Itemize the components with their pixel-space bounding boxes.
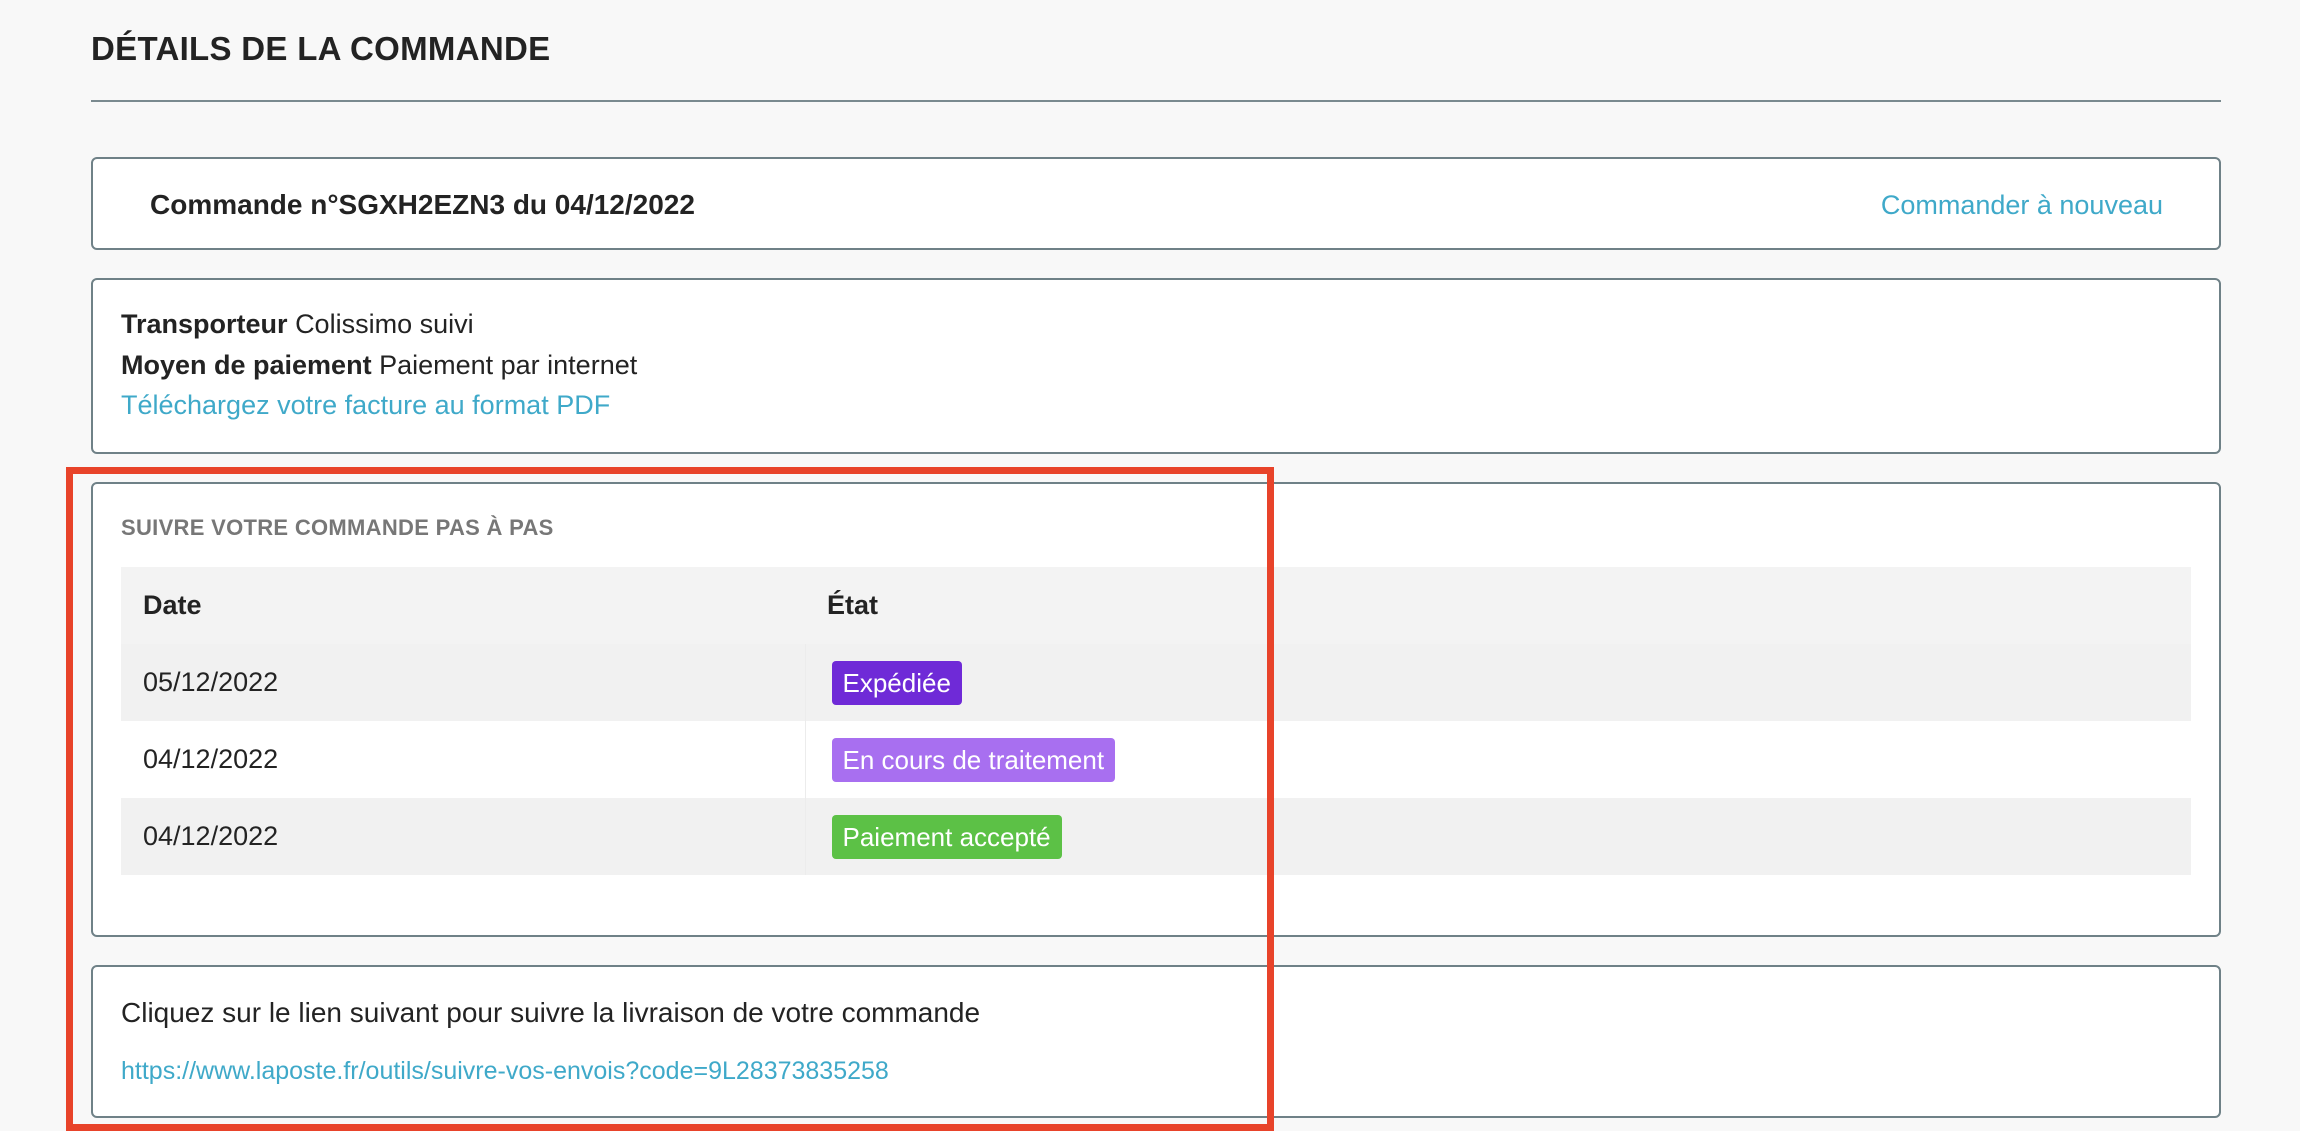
history-date-cell: 04/12/2022	[121, 798, 806, 875]
history-state-cell: Paiement accepté	[805, 798, 2191, 875]
tracking-box: Cliquez sur le lien suivant pour suivre …	[91, 965, 2221, 1118]
table-row: 04/12/2022 Paiement accepté	[121, 798, 2191, 875]
history-title: SUIVRE VOTRE COMMANDE PAS À PAS	[121, 515, 554, 540]
payment-label: Moyen de paiement	[121, 350, 372, 380]
table-row: 05/12/2022 Expédiée	[121, 644, 2191, 721]
status-badge: Expédiée	[831, 660, 962, 705]
history-header-row: Date État	[121, 567, 2191, 644]
status-badge: En cours de traitement	[831, 737, 1116, 782]
history-state-cell: Expédiée	[805, 644, 2191, 721]
history-date-cell: 04/12/2022	[121, 721, 806, 798]
tracking-instructions: Cliquez sur le lien suivant pour suivre …	[121, 997, 981, 1028]
column-header-state: État	[805, 567, 2191, 644]
invoice-pdf-link[interactable]: Téléchargez votre facture au format PDF	[121, 390, 610, 421]
history-table: Date État 05/12/2022 Expédiée 04/12/2022…	[121, 567, 2191, 875]
order-info-box: Transporteur Colissimo suivi Moyen de pa…	[91, 278, 2221, 454]
history-date-cell: 05/12/2022	[121, 644, 806, 721]
reorder-link[interactable]: Commander à nouveau	[1881, 190, 2163, 221]
page-title: DÉTAILS DE LA COMMANDE	[91, 30, 551, 67]
history-state-cell: En cours de traitement	[805, 721, 2191, 798]
order-header-box: Commande n°SGXH2EZN3 du 04/12/2022 Comma…	[91, 157, 2221, 250]
order-history-box: SUIVRE VOTRE COMMANDE PAS À PAS Date Éta…	[91, 482, 2221, 937]
carrier-line: Transporteur Colissimo suivi	[121, 309, 474, 340]
column-header-date: Date	[121, 567, 805, 644]
status-badge: Paiement accepté	[831, 814, 1062, 859]
carrier-label: Transporteur	[121, 309, 288, 339]
tracking-link[interactable]: https://www.laposte.fr/outils/suivre-vos…	[121, 1057, 889, 1086]
order-title: Commande n°SGXH2EZN3 du 04/12/2022	[150, 189, 695, 220]
payment-value: Paiement par internet	[379, 350, 638, 380]
title-divider	[91, 100, 2221, 102]
table-row: 04/12/2022 En cours de traitement	[121, 721, 2191, 798]
payment-line: Moyen de paiement Paiement par internet	[121, 350, 637, 381]
carrier-value: Colissimo suivi	[295, 309, 474, 339]
